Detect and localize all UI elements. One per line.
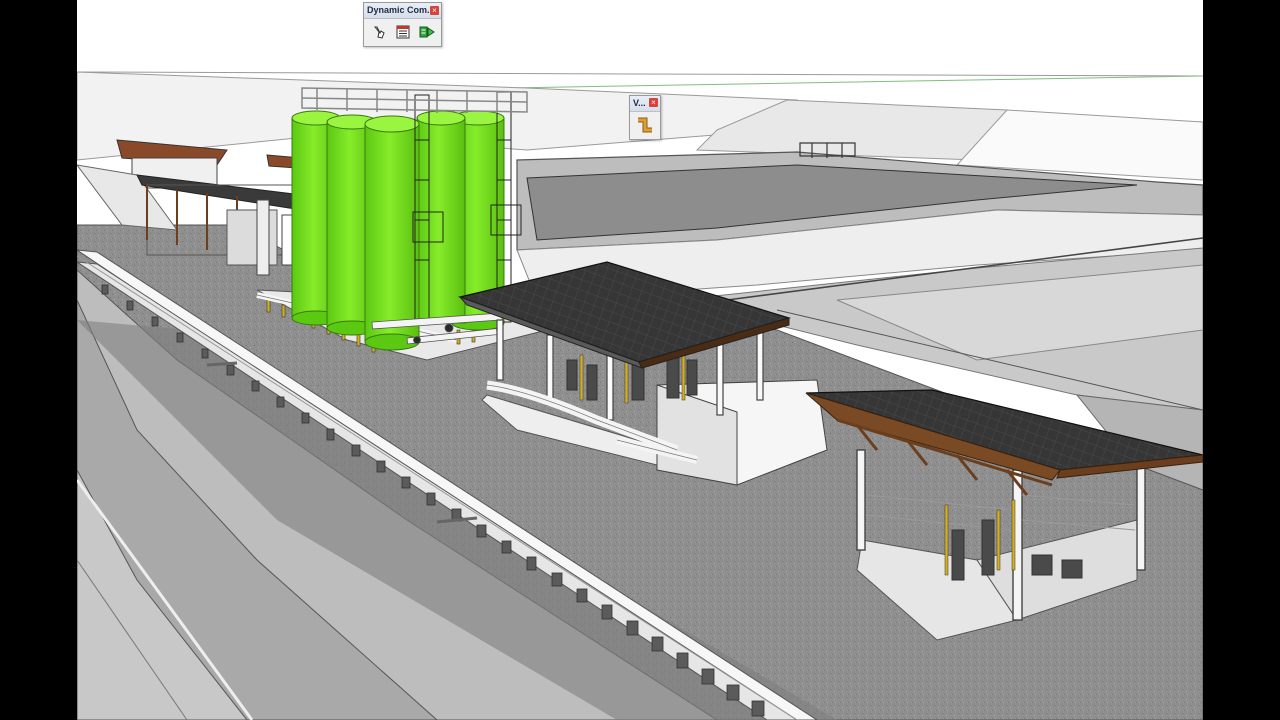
silo [416,110,466,324]
pipe-icon [638,117,652,132]
close-icon[interactable]: × [649,98,658,107]
component-attributes-icon [419,26,435,37]
silo [364,115,420,351]
component-options-button[interactable] [393,22,412,41]
interact-button[interactable] [369,22,388,41]
interact-hand-icon [373,26,385,39]
close-icon[interactable]: × [430,6,439,15]
pipe-tool-button[interactable] [636,115,655,134]
pipe-tools-toolbar: V... × [629,95,661,140]
component-attributes-button[interactable] [417,22,436,41]
dynamic-components-toolbar: Dynamic Com... × [363,2,442,47]
component-options-icon [396,25,409,38]
